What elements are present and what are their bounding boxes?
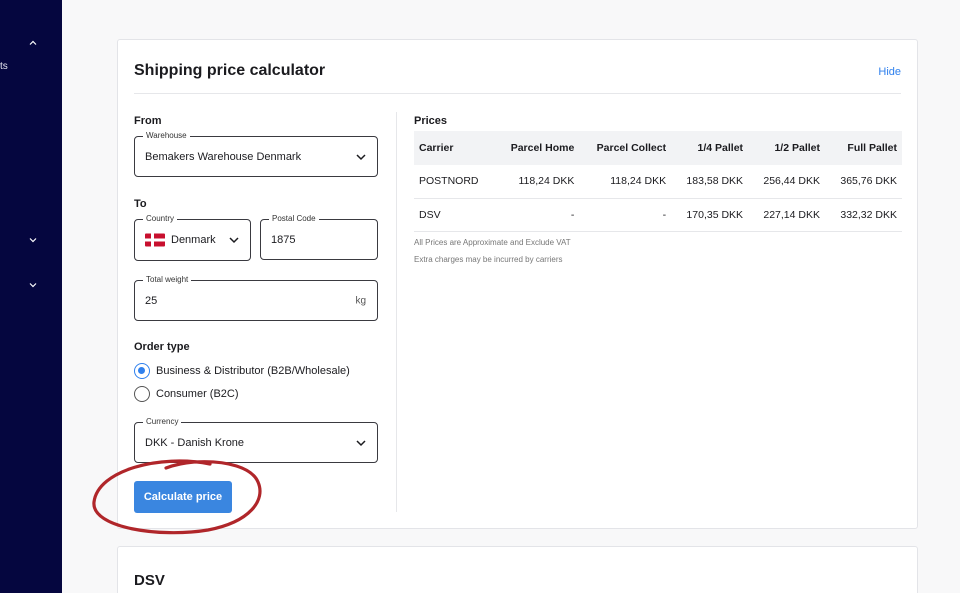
chevron-down-icon bbox=[355, 151, 367, 163]
table-cell: 332,32 DKK bbox=[825, 198, 902, 232]
order-type-b2c-option[interactable]: Consumer (B2C) bbox=[134, 386, 239, 402]
chevron-up-icon[interactable] bbox=[27, 37, 39, 49]
chevron-down-icon bbox=[228, 234, 240, 246]
table-cell: DSV bbox=[414, 198, 495, 232]
total-weight-input[interactable]: Total weight 25 kg bbox=[134, 275, 378, 321]
order-type-b2b-option[interactable]: Business & Distributor (B2B/Wholesale) bbox=[134, 363, 350, 379]
table-cell: POSTNORD bbox=[414, 165, 495, 199]
sidebar: ts bbox=[0, 0, 62, 593]
table-cell: 365,76 DKK bbox=[825, 165, 902, 199]
total-weight-legend: Total weight bbox=[143, 275, 192, 285]
column-header: Carrier bbox=[414, 131, 495, 165]
calculate-price-button[interactable]: Calculate price bbox=[134, 481, 232, 513]
currency-select[interactable]: Currency DKK - Danish Krone bbox=[134, 417, 378, 463]
shipping-calculator-card: Shipping price calculator Hide From Ware… bbox=[92, 39, 918, 535]
table-cell: 227,14 DKK bbox=[748, 198, 825, 232]
postal-code-input[interactable]: Postal Code 1875 bbox=[260, 214, 378, 260]
column-header: Full Pallet bbox=[825, 131, 902, 165]
radio-label: Business & Distributor (B2B/Wholesale) bbox=[156, 365, 350, 377]
table-cell: 118,24 DKK bbox=[579, 165, 672, 199]
divider bbox=[134, 93, 901, 94]
prices-table: Carrier Parcel Home Parcel Collect 1/4 P… bbox=[414, 131, 902, 232]
column-header: 1/4 Pallet bbox=[671, 131, 749, 165]
currency-legend: Currency bbox=[143, 417, 182, 427]
column-header: Parcel Collect bbox=[579, 131, 672, 165]
table-row: POSTNORD 118,24 DKK 118,24 DKK 183,58 DK… bbox=[414, 165, 902, 199]
card-title: Shipping price calculator bbox=[134, 62, 326, 79]
currency-value: DKK - Danish Krone bbox=[145, 436, 245, 449]
hide-link[interactable]: Hide bbox=[878, 66, 901, 78]
chevron-down-icon bbox=[355, 437, 367, 449]
country-select[interactable]: Country Denmark bbox=[134, 214, 251, 261]
radio-label: Consumer (B2C) bbox=[156, 388, 239, 400]
weight-unit: kg bbox=[355, 295, 366, 306]
column-header: Parcel Home bbox=[494, 131, 580, 165]
carrier-card-title: DSV bbox=[134, 572, 165, 589]
denmark-flag-icon bbox=[145, 233, 165, 247]
total-weight-value: 25 bbox=[145, 294, 158, 307]
to-label: To bbox=[134, 198, 147, 210]
postal-code-value: 1875 bbox=[271, 233, 296, 246]
table-row: DSV - - 170,35 DKK 227,14 DKK 332,32 DKK bbox=[414, 198, 902, 232]
prices-label: Prices bbox=[414, 115, 448, 127]
table-cell: 118,24 DKK bbox=[494, 165, 580, 199]
radio-unchecked-icon[interactable] bbox=[134, 386, 150, 402]
table-cell: - bbox=[579, 198, 672, 232]
chevron-down-icon[interactable] bbox=[27, 234, 39, 246]
sidebar-item-label[interactable]: ts bbox=[0, 61, 8, 72]
table-cell: 256,44 DKK bbox=[748, 165, 825, 199]
table-cell: - bbox=[494, 198, 580, 232]
radio-checked-icon[interactable] bbox=[134, 363, 150, 379]
chevron-down-icon[interactable] bbox=[27, 279, 39, 291]
carrier-card: DSV bbox=[117, 546, 918, 593]
warehouse-value: Bemakers Warehouse Denmark bbox=[145, 150, 302, 163]
from-label: From bbox=[134, 115, 162, 127]
table-cell: 183,58 DKK bbox=[671, 165, 749, 199]
country-value: Denmark bbox=[171, 234, 216, 246]
warehouse-legend: Warehouse bbox=[143, 131, 190, 141]
table-header-row: Carrier Parcel Home Parcel Collect 1/4 P… bbox=[414, 131, 902, 165]
column-divider bbox=[396, 112, 397, 512]
vat-note: All Prices are Approximate and Exclude V… bbox=[414, 238, 571, 247]
country-legend: Country bbox=[143, 214, 178, 224]
column-header: 1/2 Pallet bbox=[748, 131, 825, 165]
table-cell: 170,35 DKK bbox=[671, 198, 749, 232]
order-type-label: Order type bbox=[134, 341, 190, 353]
postal-code-legend: Postal Code bbox=[269, 214, 319, 224]
extra-charges-note: Extra charges may be incurred by carrier… bbox=[414, 255, 563, 264]
warehouse-select[interactable]: Warehouse Bemakers Warehouse Denmark bbox=[134, 131, 378, 177]
